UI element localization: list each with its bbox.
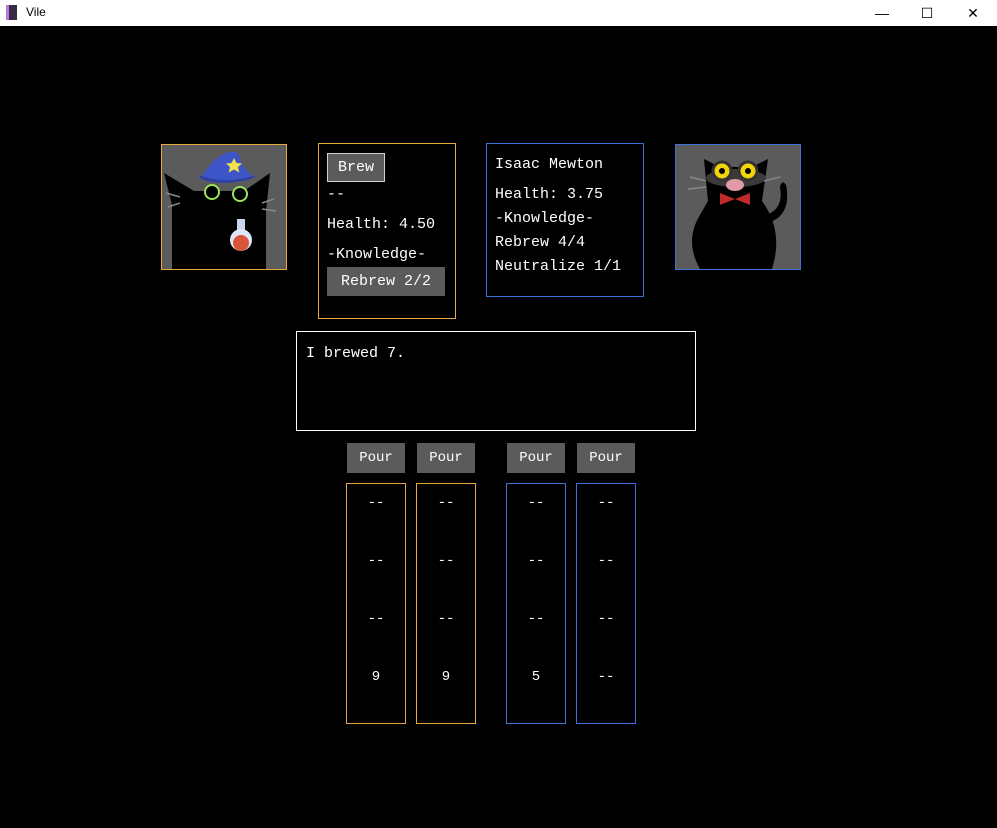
vial-column-2[interactable]: -- -- -- 9 (416, 483, 476, 724)
minimize-button[interactable]: — (859, 0, 905, 26)
vial-cell: -- (597, 611, 615, 627)
message-box: I brewed 7. (296, 331, 696, 431)
vial-column-1[interactable]: -- -- -- 9 (346, 483, 406, 724)
player-potion: -- (327, 186, 346, 203)
app-icon (6, 5, 17, 20)
vial-cell: 5 (531, 669, 541, 685)
player-health: Health: 4.50 (327, 216, 436, 233)
window-title: Vile (26, 5, 46, 19)
pour-button-4[interactable]: Pour (577, 443, 635, 473)
scientist-cat-icon (687, 159, 788, 269)
vial-column-4[interactable]: -- -- -- -- (576, 483, 636, 724)
vial-cell: -- (367, 611, 385, 627)
vial-cell: 9 (371, 669, 381, 685)
vial-cell: -- (527, 553, 545, 569)
opponent-rebrew: Rebrew 4/4 (495, 234, 586, 251)
maximize-button[interactable]: ☐ (904, 0, 950, 26)
opponent-portrait (675, 144, 801, 270)
vial-cell: -- (597, 553, 615, 569)
opponent-knowledge-header: -Knowledge- (495, 210, 595, 227)
pour-button-2[interactable]: Pour (417, 443, 475, 473)
vial-cell: -- (437, 495, 455, 511)
vial-cell: -- (597, 495, 615, 511)
message-text: I brewed 7. (306, 345, 406, 362)
vial-cell: -- (597, 669, 615, 685)
opponent-name: Isaac Mewton (495, 156, 604, 173)
vial-cell: -- (367, 495, 385, 511)
player-portrait (161, 144, 287, 270)
vial-cell: -- (437, 553, 455, 569)
close-button[interactable]: ✕ (950, 0, 996, 26)
wizard-cat-icon (164, 152, 277, 269)
opponent-neutralize: Neutralize 1/1 (495, 258, 622, 275)
rebrew-button[interactable]: Rebrew 2/2 (327, 267, 445, 296)
brew-button[interactable]: Brew (327, 153, 385, 182)
opponent-health: Health: 3.75 (495, 186, 604, 203)
player-knowledge-header: -Knowledge- (327, 246, 427, 263)
title-bar: Vile — ☐ ✕ (0, 0, 997, 26)
vial-cell: -- (527, 611, 545, 627)
vial-column-3[interactable]: -- -- -- 5 (506, 483, 566, 724)
vial-cell: -- (367, 553, 385, 569)
vial-cell: -- (527, 495, 545, 511)
vial-cell: 9 (441, 669, 451, 685)
vial-cell: -- (437, 611, 455, 627)
pour-button-3[interactable]: Pour (507, 443, 565, 473)
pour-button-1[interactable]: Pour (347, 443, 405, 473)
